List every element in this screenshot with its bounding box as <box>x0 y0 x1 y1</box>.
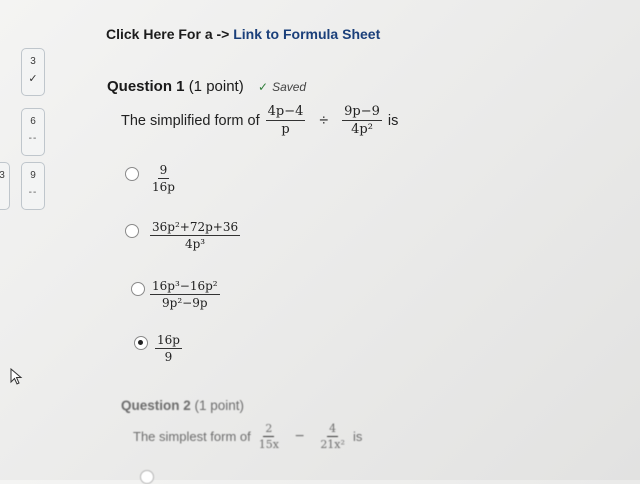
nav-number: 6 <box>30 116 36 127</box>
nav-status: -- <box>28 133 38 144</box>
fraction-denominator: 4p² <box>351 122 373 137</box>
option-3-radio[interactable] <box>131 282 145 296</box>
question-title: Question 1 <box>107 78 185 95</box>
fraction-numerator: 36p²+72p+36 <box>150 220 241 236</box>
question-2-option-1-radio[interactable] <box>140 470 154 484</box>
question-points: (1 point) <box>188 78 244 95</box>
fraction-denominator: 15x <box>258 438 279 451</box>
question-1-stem: The simplified form of 4p−4 p ÷ 9p−9 4p²… <box>121 104 398 137</box>
formula-prefix: Click Here For a -> <box>106 26 234 42</box>
fraction-denominator: p <box>281 122 290 137</box>
nav-question-6[interactable]: 6 -- <box>21 108 45 156</box>
fraction-denominator: 21x² <box>320 438 345 451</box>
nav-status: -- <box>28 187 38 198</box>
stem-fraction-2: 9p−9 4p² <box>342 104 382 137</box>
saved-label: Saved <box>272 80 307 94</box>
fraction-numerator: 9p−9 <box>342 104 382 121</box>
option-4-answer[interactable]: 16p 9 <box>155 333 182 364</box>
fraction-numerator: 16p³−16p² <box>150 279 220 295</box>
stem-suffix: is <box>352 429 363 444</box>
stem-fraction-1: 4p−4 p <box>265 104 306 137</box>
option-2-radio[interactable] <box>125 224 139 238</box>
nav-question-partial[interactable]: 3 <box>0 162 10 210</box>
question-2-stem: The simplest form of 2 15x − 4 21x² is <box>133 422 362 451</box>
option-3-answer[interactable]: 16p³−16p² 9p²−9p <box>150 279 220 310</box>
option-4-radio[interactable] <box>134 336 148 350</box>
question-points: (1 point) <box>194 398 245 413</box>
nav-question-3[interactable]: 3 ✓ <box>21 48 45 96</box>
nav-number: 3 <box>30 56 36 67</box>
stem-prefix: The simplest form of <box>133 429 251 444</box>
fraction-denominator: 9p²−9p <box>162 296 208 310</box>
fraction-denominator: 16p <box>152 180 175 194</box>
nav-question-9[interactable]: 9 -- <box>21 162 45 210</box>
question-1-title: Question 1 (1 point) <box>107 78 244 95</box>
nav-number: 9 <box>30 170 36 181</box>
fraction-denominator: 4p³ <box>184 237 206 251</box>
stem-suffix: is <box>387 112 399 129</box>
option-2-answer[interactable]: 36p²+72p+36 4p³ <box>150 220 241 251</box>
question-2-title: Question 2 (1 point) <box>121 398 244 413</box>
minus-sign: − <box>294 427 305 445</box>
check-icon: ✓ <box>28 73 38 85</box>
formula-sheet-link[interactable]: Link to Formula Sheet <box>233 26 380 42</box>
stem-fraction-1: 2 15x <box>257 422 281 451</box>
stem-fraction-2: 4 21x² <box>318 422 347 451</box>
formula-sheet-line: Click Here For a -> Link to Formula Shee… <box>106 26 380 42</box>
stem-prefix: The simplified form of <box>121 112 260 129</box>
mouse-cursor-icon <box>10 368 23 385</box>
fraction-numerator: 2 <box>263 422 275 437</box>
fraction-numerator: 4p−4 <box>265 104 306 121</box>
check-icon: ✓ <box>258 80 269 94</box>
saved-status: ✓ Saved <box>258 80 306 94</box>
question-title: Question 2 <box>121 398 191 413</box>
divide-sign: ÷ <box>319 111 329 129</box>
fraction-numerator: 9 <box>157 163 170 179</box>
fraction-denominator: 9 <box>164 350 173 364</box>
nav-number: 3 <box>0 170 5 181</box>
fraction-numerator: 16p <box>155 333 182 349</box>
option-1-radio[interactable] <box>125 167 139 181</box>
fraction-numerator: 4 <box>327 422 339 437</box>
option-1-answer[interactable]: 9 16p <box>150 163 177 194</box>
